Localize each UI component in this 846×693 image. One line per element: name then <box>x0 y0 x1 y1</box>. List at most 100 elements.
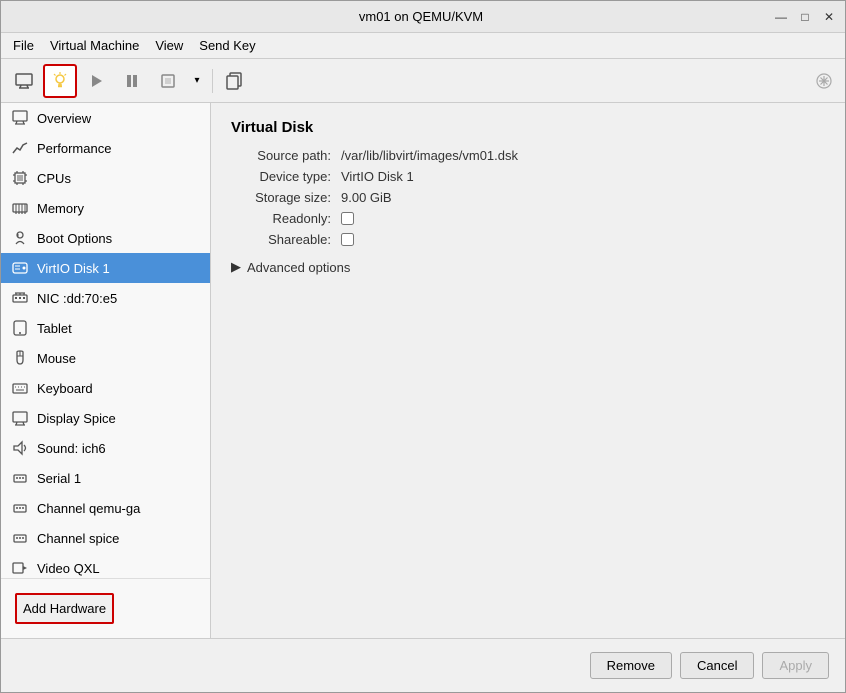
sidebar-bottom: Add Hardware <box>1 578 210 638</box>
toolbar-right <box>809 66 839 96</box>
sidebar-item-sound[interactable]: Sound: ich6 <box>1 433 210 463</box>
sidebar-label-tablet: Tablet <box>37 321 72 336</box>
play-icon <box>89 74 103 88</box>
sidebar-label-sound: Sound: ich6 <box>37 441 106 456</box>
mouse-icon <box>11 349 29 367</box>
fullscreen-button[interactable] <box>151 64 185 98</box>
sidebar: Overview Performance CPUs <box>1 103 211 638</box>
sidebar-item-keyboard[interactable]: Keyboard <box>1 373 210 403</box>
resize-button[interactable] <box>809 66 839 96</box>
tablet-icon <box>11 319 29 337</box>
memory-icon <box>11 199 29 217</box>
sidebar-item-channel-spice[interactable]: Channel spice <box>1 523 210 553</box>
maximize-button[interactable]: □ <box>797 9 813 25</box>
storage-size-label: Storage size: <box>231 190 341 205</box>
sidebar-item-memory[interactable]: Memory <box>1 193 210 223</box>
shareable-label: Shareable: <box>231 232 341 247</box>
section-title: Virtual Disk <box>231 119 825 136</box>
advanced-options-label: Advanced options <box>247 260 350 275</box>
shareable-checkbox[interactable] <box>341 233 354 246</box>
overview-icon <box>11 109 29 127</box>
sidebar-label-memory: Memory <box>37 201 84 216</box>
menubar: File Virtual Machine View Send Key <box>1 33 845 59</box>
device-type-row: Device type: VirtIO Disk 1 <box>231 169 825 184</box>
shareable-row: Shareable: <box>231 232 825 247</box>
device-type-label: Device type: <box>231 169 341 184</box>
readonly-label: Readonly: <box>231 211 341 226</box>
main-window: vm01 on QEMU/KVM — □ ✕ File Virtual Mach… <box>0 0 846 693</box>
sidebar-label-video-qxl: Video QXL <box>37 561 100 576</box>
virtio-disk-icon <box>11 259 29 277</box>
sidebar-label-channel-spice: Channel spice <box>37 531 119 546</box>
sidebar-label-performance: Performance <box>37 141 111 156</box>
sidebar-item-channel-qemu-ga[interactable]: Channel qemu-ga <box>1 493 210 523</box>
serial-icon <box>11 469 29 487</box>
menu-virtual-machine[interactable]: Virtual Machine <box>42 36 147 55</box>
power-button[interactable] <box>43 64 77 98</box>
sidebar-label-display-spice: Display Spice <box>37 411 116 426</box>
sidebar-item-boot-options[interactable]: Boot Options <box>1 223 210 253</box>
toolbar-dropdown-button[interactable]: ▾ <box>187 64 207 98</box>
readonly-checkbox[interactable] <box>341 212 354 225</box>
window-title: vm01 on QEMU/KVM <box>69 9 773 24</box>
sidebar-item-video-qxl[interactable]: Video QXL <box>1 553 210 578</box>
cancel-button[interactable]: Cancel <box>680 652 754 679</box>
monitor-icon <box>15 72 33 90</box>
performance-icon <box>11 139 29 157</box>
sidebar-item-serial-1[interactable]: Serial 1 <box>1 463 210 493</box>
boot-options-icon <box>11 229 29 247</box>
close-button[interactable]: ✕ <box>821 9 837 25</box>
pause-button[interactable] <box>115 64 149 98</box>
lightbulb-icon <box>51 72 69 90</box>
sidebar-label-channel-qemu-ga: Channel qemu-ga <box>37 501 140 516</box>
monitor-button[interactable] <box>7 64 41 98</box>
toolbar-separator <box>212 69 213 93</box>
window-controls: — □ ✕ <box>773 9 837 25</box>
sidebar-label-mouse: Mouse <box>37 351 76 366</box>
source-path-label: Source path: <box>231 148 341 163</box>
copy-icon <box>226 72 244 90</box>
sidebar-item-cpus[interactable]: CPUs <box>1 163 210 193</box>
menu-file[interactable]: File <box>5 36 42 55</box>
play-button[interactable] <box>79 64 113 98</box>
advanced-options[interactable]: ▶ Advanced options <box>231 259 825 275</box>
sidebar-item-performance[interactable]: Performance <box>1 133 210 163</box>
sidebar-label-boot-options: Boot Options <box>37 231 112 246</box>
sidebar-item-nic[interactable]: NIC :dd:70:e5 <box>1 283 210 313</box>
readonly-row: Readonly: <box>231 211 825 226</box>
apply-button[interactable]: Apply <box>762 652 829 679</box>
sidebar-item-virtio-disk-1[interactable]: VirtIO Disk 1 <box>1 253 210 283</box>
add-hardware-button[interactable]: Add Hardware <box>15 593 114 624</box>
screenshot-button[interactable] <box>218 64 252 98</box>
channel-qemu-ga-icon <box>11 499 29 517</box>
cpus-icon <box>11 169 29 187</box>
sidebar-item-tablet[interactable]: Tablet <box>1 313 210 343</box>
remove-button[interactable]: Remove <box>590 652 672 679</box>
sidebar-item-overview[interactable]: Overview <box>1 103 210 133</box>
menu-view[interactable]: View <box>147 36 191 55</box>
advanced-options-arrow: ▶ <box>231 259 241 275</box>
sidebar-label-overview: Overview <box>37 111 91 126</box>
content-area: Overview Performance CPUs <box>1 103 845 638</box>
titlebar: vm01 on QEMU/KVM — □ ✕ <box>1 1 845 33</box>
sidebar-item-display-spice[interactable]: Display Spice <box>1 403 210 433</box>
sidebar-label-keyboard: Keyboard <box>37 381 93 396</box>
main-panel: Virtual Disk Source path: /var/lib/libvi… <box>211 103 845 638</box>
menu-send-key[interactable]: Send Key <box>191 36 263 55</box>
device-type-value: VirtIO Disk 1 <box>341 169 414 184</box>
toolbar: ▾ <box>1 59 845 103</box>
sidebar-label-serial-1: Serial 1 <box>37 471 81 486</box>
nic-icon <box>11 289 29 307</box>
sidebar-label-cpus: CPUs <box>37 171 71 186</box>
source-path-row: Source path: /var/lib/libvirt/images/vm0… <box>231 148 825 163</box>
keyboard-icon <box>11 379 29 397</box>
source-path-value: /var/lib/libvirt/images/vm01.dsk <box>341 148 518 163</box>
storage-size-value: 9.00 GiB <box>341 190 392 205</box>
sidebar-label-virtio-disk-1: VirtIO Disk 1 <box>37 261 110 276</box>
minimize-button[interactable]: — <box>773 9 789 25</box>
bottom-bar: Remove Cancel Apply <box>1 638 845 692</box>
sidebar-item-mouse[interactable]: Mouse <box>1 343 210 373</box>
channel-spice-icon <box>11 529 29 547</box>
sidebar-scroll: Overview Performance CPUs <box>1 103 210 578</box>
sidebar-label-nic: NIC :dd:70:e5 <box>37 291 117 306</box>
